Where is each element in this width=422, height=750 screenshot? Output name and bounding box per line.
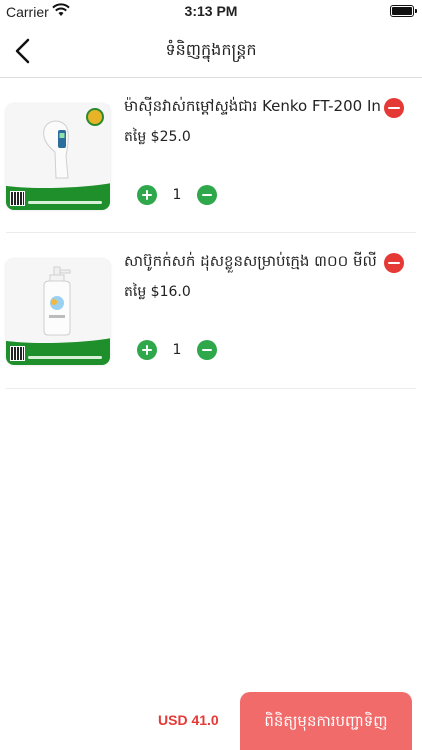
checkout-button[interactable]: ពិនិត្យមុនការបញ្ជាទិញ [240,692,412,750]
increase-quantity-button[interactable] [137,340,157,360]
quantity-value: 1 [172,187,182,203]
cart-item: ម៉ាស៊ីនវាស់កម្ដៅស្ទង់ជារ Kenko FT-200 In… [6,78,416,233]
cart-list: ម៉ាស៊ីនវាស់កម្ដៅស្ទង់ជារ Kenko FT-200 In… [0,78,422,389]
status-time: 3:13 PM [184,3,238,19]
page-title: ទំនិញក្នុងកន្ត្រក [165,40,257,59]
qr-code-icon [10,191,25,206]
cart-footer: USD 41.0 ពិនិត្យមុនការបញ្ជាទិញ [0,692,422,750]
battery-icon [390,5,417,17]
award-badge-icon [86,108,104,126]
quantity-stepper: 1 [137,340,227,360]
product-price: តម្លៃ $25.0 [124,129,191,145]
cart-item: សាប៊ូកក់សក់ ដុសខ្លួនសម្រាប់ក្មេង ៣០០ មីល… [6,233,416,389]
remove-item-button[interactable] [384,253,404,273]
product-name: សាប៊ូកក់សក់ ដុសខ្លួនសម្រាប់ក្មេង ៣០០ មីល… [124,252,377,270]
shampoo-bottle-illustration [43,266,71,336]
navigation-bar: ទំនិញក្នុងកន្ត្រក [0,24,422,78]
quantity-value: 1 [172,342,182,358]
product-image-thermometer[interactable] [6,104,110,210]
thermometer-illustration [43,120,69,179]
qr-code-icon [10,346,25,361]
product-image-shampoo[interactable] [6,259,110,365]
decrease-quantity-button[interactable] [197,340,217,360]
increase-quantity-button[interactable] [137,185,157,205]
cart-total: USD 41.0 [158,712,219,728]
decrease-quantity-button[interactable] [197,185,217,205]
product-name: ម៉ាស៊ីនវាស់កម្ដៅស្ទង់ជារ Kenko FT-200 In [124,97,381,115]
remove-item-button[interactable] [384,98,404,118]
product-price: តម្លៃ $16.0 [124,284,191,300]
status-bar: Carrier 3:13 PM [0,0,422,24]
quantity-stepper: 1 [137,185,227,205]
